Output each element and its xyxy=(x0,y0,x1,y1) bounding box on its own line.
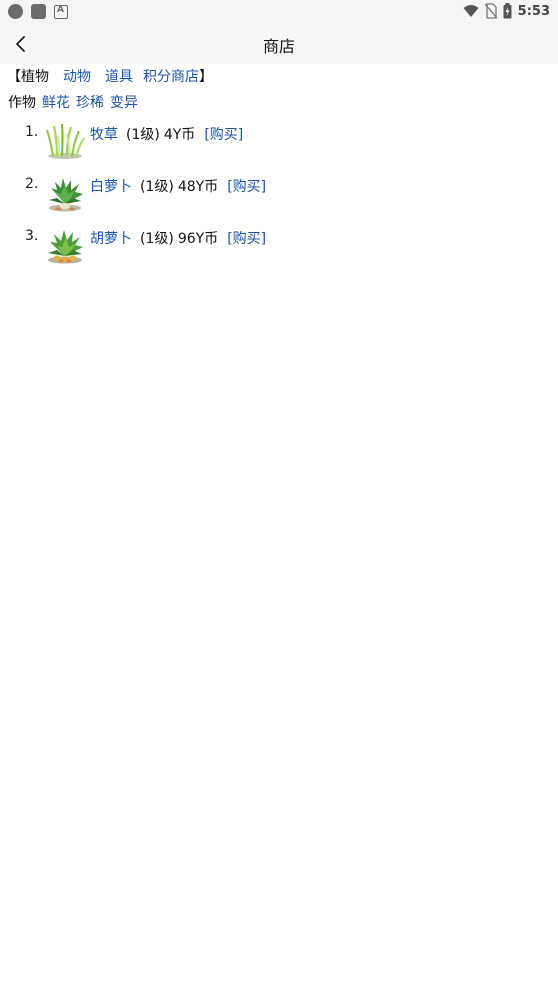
grass-icon xyxy=(46,123,85,159)
status-right: 5:53 xyxy=(463,3,550,19)
list-item: 3. 胡萝卜 (1级) 96Y币 [购买] xyxy=(25,226,266,266)
item-index: 1. xyxy=(25,124,39,140)
item-name-link[interactable]: 胡萝卜 xyxy=(90,226,132,248)
square-status-icon xyxy=(31,4,46,19)
battery-icon xyxy=(503,3,512,19)
item-price: 4Y币 xyxy=(163,127,196,143)
no-sim-icon xyxy=(484,3,497,19)
white-radish-icon xyxy=(49,178,83,212)
subcategory-link-mutant[interactable]: 变异 xyxy=(110,95,138,111)
subcategory-link-flowers[interactable]: 鲜花 xyxy=(42,95,70,111)
category-current: 植物 xyxy=(21,69,49,85)
list-item: 1. 牧草 (1级) 4Y币 [购买] xyxy=(25,122,243,162)
item-level: (1级) xyxy=(140,231,174,247)
buy-button[interactable]: [购买] xyxy=(227,226,266,248)
status-left xyxy=(8,4,68,19)
category-link-points-shop[interactable]: 积分商店 xyxy=(143,69,199,85)
a-status-icon xyxy=(54,4,68,19)
item-index: 2. xyxy=(25,176,39,192)
item-name-link[interactable]: 牧草 xyxy=(90,122,118,144)
page-title: 商店 xyxy=(262,37,295,56)
list-item: 2. 白萝卜 (1级) 48Y币 [购买] xyxy=(25,174,266,214)
category-bracket-close: 】 xyxy=(199,69,213,85)
status-bar: 5:53 xyxy=(0,0,558,24)
app-bar: 商店 xyxy=(0,24,558,64)
item-index: 3. xyxy=(25,228,39,244)
subcategory-row: 作物 鲜花 珍稀 变异 xyxy=(8,92,138,112)
category-link-props[interactable]: 道具 xyxy=(105,69,133,85)
category-bracket-open: 【 xyxy=(7,69,21,85)
subcategory-current: 作物 xyxy=(8,95,36,111)
item-price: 96Y币 xyxy=(177,231,219,247)
buy-button[interactable]: [购买] xyxy=(204,122,243,144)
item-level: (1级) xyxy=(140,179,174,195)
wifi-icon xyxy=(463,5,479,17)
buy-button[interactable]: [购买] xyxy=(227,174,266,196)
status-time: 5:53 xyxy=(517,3,550,19)
category-link-animals[interactable]: 动物 xyxy=(63,69,91,85)
item-name-link[interactable]: 白萝卜 xyxy=(90,174,132,196)
category-row: 【植物 动物 道具 积分商店】 xyxy=(7,66,213,86)
item-level: (1级) xyxy=(126,127,160,143)
item-price: 48Y币 xyxy=(177,179,219,195)
carrot-icon xyxy=(48,230,83,264)
circle-status-icon xyxy=(8,4,23,19)
subcategory-link-rare[interactable]: 珍稀 xyxy=(76,95,104,111)
